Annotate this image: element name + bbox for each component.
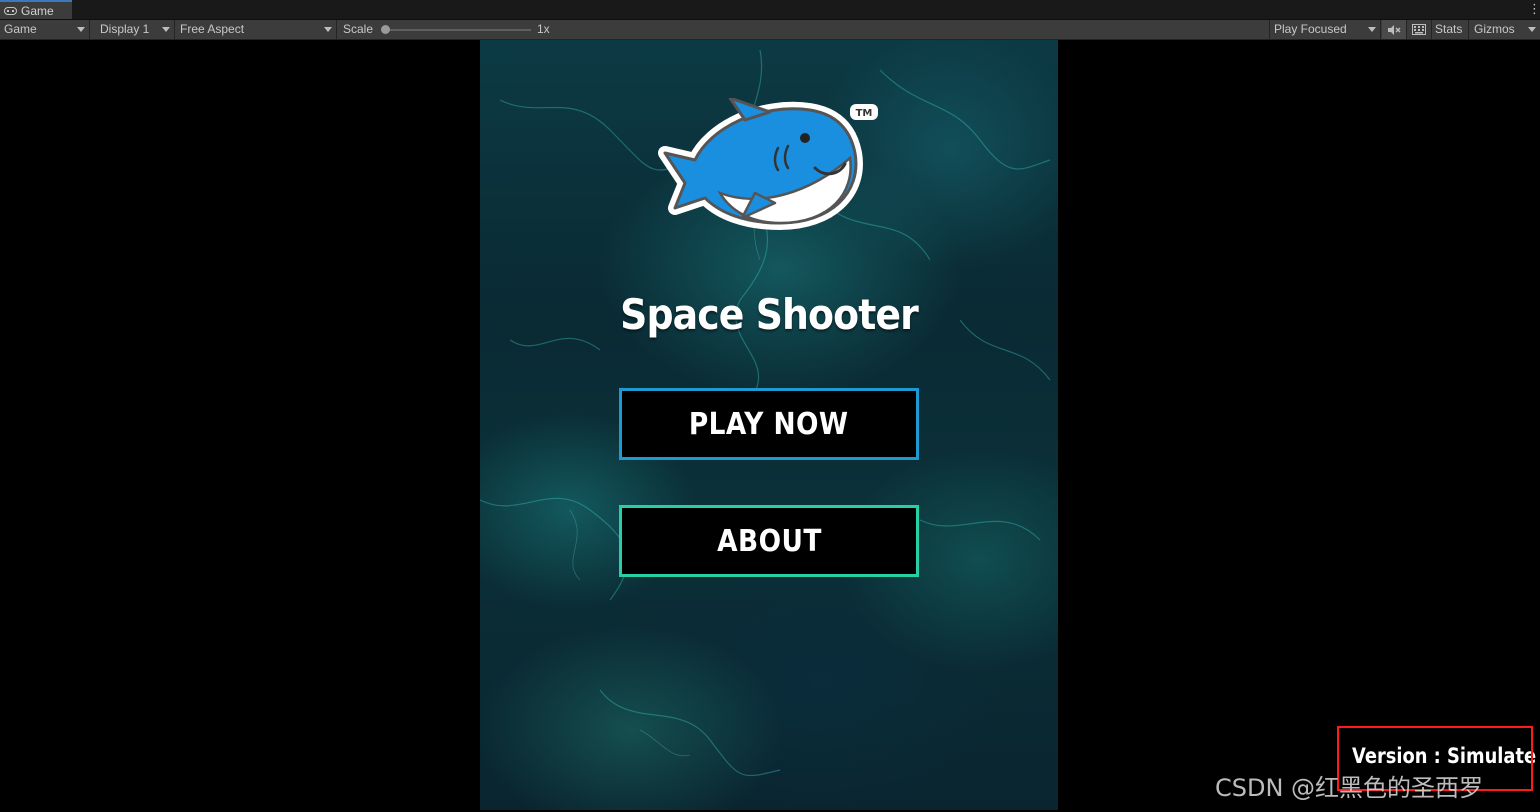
stats-button-label: Stats	[1435, 22, 1463, 36]
shark-logo: TM	[658, 98, 878, 230]
gizmos-dropdown-label: Gizmos	[1474, 22, 1515, 36]
logo-trademark: TM	[856, 108, 873, 119]
mode-dropdown[interactable]: Game	[0, 20, 90, 39]
watermark: CSDN @红黑色的圣西罗	[1215, 774, 1484, 802]
about-label: ABOUT	[716, 523, 822, 559]
display-dropdown-label: Display 1	[100, 22, 150, 36]
stats-button[interactable]: Stats	[1431, 20, 1469, 39]
display-dropdown[interactable]: Display 1	[96, 20, 175, 39]
aspect-dropdown[interactable]: Free Aspect	[176, 20, 337, 39]
game-viewport[interactable]: TM Space Shooter PLAY NOW ABOUT	[480, 40, 1058, 810]
window-tab-bar: Game ⋮	[0, 0, 1540, 20]
play-now-button[interactable]: PLAY NOW	[619, 388, 919, 460]
unity-game-window: Game ⋮ Game Display 1 Free Aspect Scale …	[0, 0, 1540, 812]
mode-dropdown-label: Game	[4, 22, 37, 36]
tab-game[interactable]: Game	[0, 0, 72, 19]
play-mode-dropdown[interactable]: Play Focused	[1269, 20, 1381, 39]
mute-audio-button[interactable]	[1382, 20, 1407, 39]
gamepad-icon	[4, 6, 17, 15]
aspect-dropdown-label: Free Aspect	[180, 22, 245, 36]
game-toolbar: Game Display 1 Free Aspect Scale 1x Play…	[0, 20, 1540, 40]
scale-slider-handle[interactable]	[381, 25, 390, 34]
more-options-icon[interactable]: ⋮	[1528, 2, 1540, 15]
keyboard-shortcuts-button[interactable]	[1407, 20, 1432, 39]
play-now-label: PLAY NOW	[689, 406, 849, 442]
scale-value: 1x	[537, 22, 550, 36]
tab-game-label: Game	[21, 3, 54, 18]
about-button[interactable]: ABOUT	[619, 505, 919, 577]
game-title: Space Shooter	[620, 290, 919, 339]
mute-audio-icon	[1388, 24, 1401, 35]
scale-label: Scale	[343, 22, 374, 36]
play-mode-dropdown-label: Play Focused	[1274, 22, 1347, 36]
keyboard-shortcuts-icon	[1412, 24, 1426, 35]
gizmos-dropdown[interactable]: Gizmos	[1470, 20, 1540, 39]
scale-slider-track[interactable]	[385, 29, 531, 31]
